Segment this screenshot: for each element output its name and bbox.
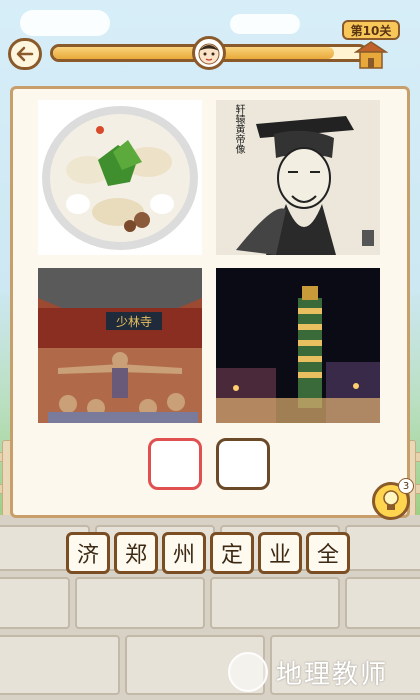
level-badge: 第10关 [342, 20, 400, 40]
temple-sign-text: 少林寺 [115, 315, 152, 329]
watermark: 地理教师 [228, 650, 418, 694]
letter-tile[interactable]: 郑 [114, 532, 158, 574]
player-avatar [192, 36, 226, 70]
city-night-tower-image [216, 268, 380, 423]
dumplings-bowl-image [42, 106, 198, 250]
clue-picture-portrait[interactable]: 轩辕黄帝像 [216, 100, 380, 255]
clue-picture-city[interactable] [216, 268, 380, 423]
letter-tile[interactable]: 定 [210, 532, 254, 574]
hint-count-badge: 3 [398, 478, 414, 494]
watermark-logo [228, 652, 268, 692]
letter-tile[interactable]: 州 [162, 532, 206, 574]
letter-tile[interactable]: 全 [306, 532, 350, 574]
clue-picture-temple[interactable]: 少林寺 [38, 268, 202, 423]
letter-tile[interactable]: 业 [258, 532, 302, 574]
letter-tile[interactable]: 济 [66, 532, 110, 574]
back-button[interactable] [8, 38, 42, 70]
lightbulb-icon [383, 490, 399, 510]
shaolin-temple-image [38, 268, 202, 423]
cloud [230, 14, 300, 34]
avatar-face-icon [198, 43, 220, 65]
arrow-left-icon [16, 46, 34, 62]
answer-slot-2[interactable] [216, 438, 270, 490]
letter-tiles: 济 郑 州 定 业 全 [66, 532, 354, 574]
temple-icon [354, 41, 388, 69]
clue-picture-food[interactable] [38, 100, 202, 255]
answer-slot-1[interactable] [148, 438, 202, 490]
portrait-caption: 轩辕黄帝像 [233, 104, 244, 154]
watermark-text: 地理教师 [276, 659, 389, 690]
cloud [20, 10, 110, 36]
